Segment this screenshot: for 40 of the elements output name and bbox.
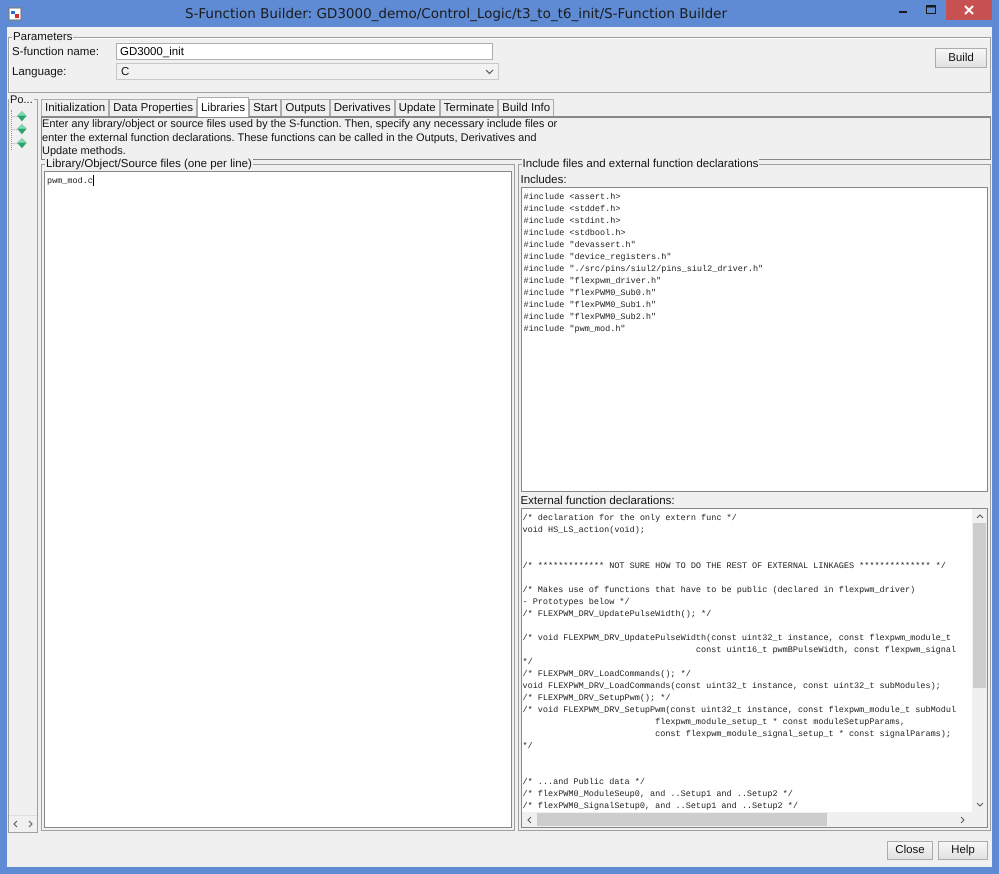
vertical-scrollbar[interactable] (972, 509, 987, 812)
scroll-right-icon[interactable] (26, 820, 34, 828)
tab[interactable]: Start (249, 99, 282, 116)
tab[interactable]: Terminate (440, 99, 498, 116)
language-dropdown[interactable]: C (116, 63, 499, 80)
field-label: External function declarations: (520, 495, 676, 508)
diamond-icon[interactable] (12, 136, 28, 150)
panel-title: Po... (9, 94, 34, 106)
tab[interactable]: Update (394, 99, 440, 116)
description-text: Enter any library/object or source files used by the S-function. Then, specify any necessary include files or enter the external function declarations. These functions can be called in the Outputs, Derivatives and Update methods. (42, 118, 558, 158)
scroll-left-icon[interactable] (12, 820, 20, 828)
window-title: S-Function Builder: GD3000_demo/Control_Logic/t3_to_t6_init/S-Function Builder (184, 6, 728, 22)
group-title: Library/Object/Source files (one per line) (45, 158, 253, 170)
group-title: Include files and external function declarations (522, 158, 760, 170)
tab[interactable]: Derivatives (330, 99, 395, 116)
includes-field[interactable] (520, 187, 988, 492)
tab[interactable]: Libraries (197, 97, 250, 117)
dialog-button[interactable]: Close (887, 840, 933, 860)
field-label: Language: (12, 66, 68, 78)
app-icon (8, 6, 22, 20)
scroll-right-icon[interactable] (960, 816, 966, 824)
dialog-button[interactable]: Help (938, 840, 988, 860)
tab[interactable]: Build Info (498, 99, 554, 116)
tab[interactable]: Data Properties (109, 99, 197, 116)
field-label: S-function name: (12, 46, 100, 58)
build-button[interactable]: Build (935, 48, 987, 68)
scroll-left-icon[interactable] (526, 816, 532, 824)
code-text: #include <assert.h> #include <stddef.h> #include <stdint.h> #include <stdbool.h> #include "devassert.h" #include "device_registers.h" #include "./src/pins/siul2/pins_siul2_driver.h" #include "flexpwm_driver.h" #include "flexPWM0_Sub0.h" #include "flexPWM0_Sub1.h" #include "flexPWM0_Sub2.h" #include "pwm_mod.h" (524, 191, 764, 335)
name-field[interactable]: GD3000_init (116, 43, 493, 60)
library-files-field[interactable]: pwm_mod.c (44, 171, 512, 828)
tab[interactable]: Initialization (41, 99, 110, 116)
code-text: /* declaration for the only extern func */ void HS_LS_action(void); /* ************* NOT SURE HOW TO DO THE REST OF EXTERNAL LINKAGES ************** */ /* Makes use of functions that have to be public (declared in flexpwm_driver) - Prototypes below */ /* FLEXPWM_DRV_UpdatePulseWidth(); */ /* void FLEXPWM_DRV_UpdatePulseWidth(const uint32_t instance, const flexpwm_module_t const uint16_t pwmBPulseWidth, const flexpwm_signal */ /* FLEXPWM_DRV_LoadCommands(); */ void FLEXPWM_DRV_LoadCommands(const uint32_t instance, const uint32_t subModules); /* FLEXPWM_DRV_SetupPwm(); */ /* void FLEXPWM_DRV_SetupPwm(const uint32_t instance, const flexpwm_module_t subModul flexpwm_module_setup_t * const moduleSetupParams, const flexpwm_module_signal_setup_t * const signalParams); */ /* ...and Public data */ /* flexPWM0_ModuleSeup0, and ..Setup1 and ..Setup2 */ /* flexPWM0_SignalSetup0, and ..Setup1 and ..Setup2 */ (522, 512, 958, 812)
diamond-icon[interactable] (12, 110, 28, 124)
tab[interactable]: Outputs (281, 99, 330, 116)
close-icon[interactable] (946, 0, 992, 20)
scroll-up-icon[interactable] (976, 513, 984, 519)
diamond-icon[interactable] (12, 123, 28, 137)
group-title: Parameters (12, 31, 74, 43)
field-label: Includes: (520, 174, 568, 187)
scroll-down-icon[interactable] (976, 802, 984, 808)
